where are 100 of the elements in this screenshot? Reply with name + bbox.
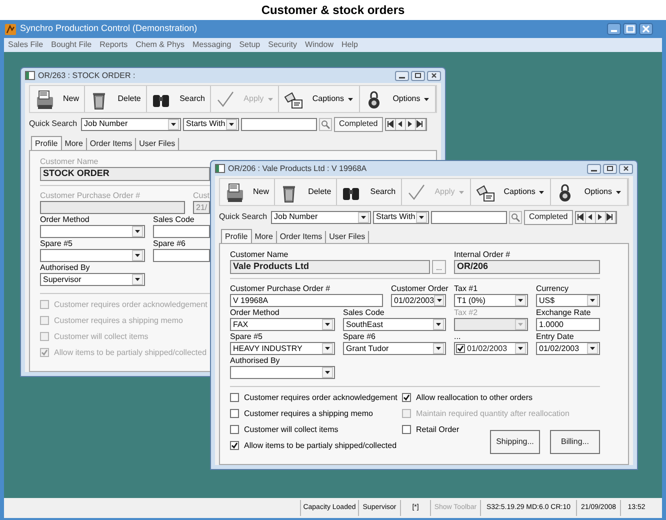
field-label: Order Method: [230, 308, 280, 318]
combo-box[interactable]: Job Number: [81, 118, 182, 130]
maximize-icon: [603, 164, 617, 174]
dropdown-button[interactable]: [226, 118, 238, 130]
menu-item[interactable]: Chem & Phys: [136, 39, 185, 51]
caret-icon: [435, 322, 442, 327]
combo-box[interactable]: Supervisor: [40, 273, 145, 286]
menu-item[interactable]: Setup: [239, 39, 260, 51]
field-label: Customer Purchase Order #: [40, 191, 142, 201]
dropdown-button[interactable]: [132, 226, 143, 237]
date-field[interactable]: 01/02/2003: [454, 342, 528, 355]
combo-box[interactable]: Starts With: [373, 210, 430, 224]
window-title: OR/263 : STOCK ORDER :: [38, 70, 136, 82]
combo-box[interactable]: [40, 249, 145, 262]
dropdown-button[interactable]: [434, 295, 444, 306]
dropdown-button[interactable]: [433, 319, 444, 330]
menu-item[interactable]: Window: [305, 39, 334, 51]
close-icon: [639, 23, 653, 35]
dropdown-button[interactable]: [416, 212, 428, 222]
checkbox[interactable]: [230, 393, 239, 402]
dropdown-button[interactable]: [515, 343, 526, 354]
combo-box[interactable]: T1 (0%): [454, 294, 528, 307]
checkbox[interactable]: [230, 409, 239, 418]
search-field[interactable]: [431, 210, 508, 224]
nav-button[interactable]: [586, 212, 596, 222]
field-label: Cust: [193, 191, 210, 201]
toolbar-button[interactable]: Search: [146, 86, 211, 112]
dropdown-button[interactable]: [433, 343, 444, 354]
caret-icon: [423, 96, 430, 102]
readonly-field[interactable]: OR/206: [454, 260, 600, 274]
combo-box[interactable]: [454, 318, 528, 331]
combo-box[interactable]: FAX: [230, 318, 335, 331]
nav-button[interactable]: [386, 118, 396, 130]
combo-box[interactable]: HEAVY INDUSTRY: [230, 342, 335, 355]
dropdown-button[interactable]: [168, 118, 180, 130]
text-field[interactable]: [153, 249, 210, 262]
toggle-button[interactable]: Completed: [524, 210, 573, 224]
nav-button[interactable]: [416, 118, 426, 130]
toolbar-button[interactable]: Options: [551, 179, 628, 205]
menu-item[interactable]: Security: [268, 39, 298, 51]
dropdown-button[interactable]: [132, 250, 143, 261]
toggle-button[interactable]: Completed: [334, 116, 383, 132]
combo-box[interactable]: Starts With: [183, 118, 240, 130]
dropdown-button[interactable]: [587, 295, 598, 306]
checkbox[interactable]: [230, 441, 239, 450]
menu-item[interactable]: Help: [341, 39, 358, 51]
combo-box[interactable]: Grant Tudor: [343, 342, 446, 355]
toolbar-button[interactable]: Delete: [84, 86, 147, 112]
text-field[interactable]: [153, 225, 210, 238]
toolbar-button[interactable]: Options: [360, 86, 436, 112]
toolbar-button[interactable]: New: [220, 179, 276, 205]
combo-box[interactable]: Job Number: [271, 210, 372, 224]
menu-item[interactable]: Messaging: [192, 39, 232, 51]
combo-box[interactable]: US$: [536, 294, 600, 307]
nav-button[interactable]: [396, 118, 406, 130]
dropdown-button[interactable]: [515, 295, 526, 306]
checkbox-label: Customer requires order acknowledgement: [244, 392, 398, 404]
toolbar-button[interactable]: New: [30, 86, 85, 112]
text-field[interactable]: [40, 201, 185, 214]
nav-button[interactable]: [606, 212, 616, 222]
combo-box[interactable]: [230, 366, 335, 379]
tab[interactable]: Profile: [31, 136, 62, 150]
toolbar-button[interactable]: Search: [337, 179, 402, 205]
dialog-button[interactable]: Billing...: [550, 430, 600, 454]
field-label: Customer Name: [40, 157, 100, 167]
checkbox[interactable]: [230, 425, 239, 434]
toolbar-button[interactable]: Captions: [470, 179, 552, 205]
dropdown-button[interactable]: [322, 367, 333, 378]
nav-button[interactable]: [596, 212, 606, 222]
dropdown-button[interactable]: [322, 343, 333, 354]
checkbox[interactable]: [402, 393, 411, 402]
combo-box[interactable]: [40, 225, 145, 238]
dropdown-button[interactable]: [587, 343, 598, 354]
text-field[interactable]: 1.0000: [536, 318, 600, 331]
tab[interactable]: Profile: [221, 229, 252, 243]
menu-item[interactable]: Sales File: [8, 39, 44, 51]
dropdown-button[interactable]: [132, 274, 143, 285]
checkbox[interactable]: [456, 344, 465, 353]
search-button[interactable]: [319, 118, 332, 130]
menu-item[interactable]: Bought File: [51, 39, 92, 51]
dropdown-button[interactable]: [322, 319, 333, 330]
dropdown-button[interactable]: [358, 212, 370, 222]
text-field[interactable]: V 19968A: [230, 294, 383, 307]
menu-item[interactable]: Reports: [100, 39, 128, 51]
checkbox-label: Customer requires a shipping memo: [244, 408, 373, 420]
nav-button[interactable]: [576, 212, 586, 222]
fax-icon: [224, 182, 245, 202]
toolbar-button[interactable]: Captions: [279, 86, 360, 112]
combo-box[interactable]: SouthEast: [343, 318, 446, 331]
dialog-button[interactable]: Shipping...: [490, 430, 540, 454]
readonly-field[interactable]: Vale Products Ltd: [230, 260, 430, 274]
minimize-icon: [587, 164, 601, 174]
combo-box[interactable]: 01/02/2003: [536, 342, 600, 355]
search-button[interactable]: [509, 210, 522, 224]
toolbar-button[interactable]: Delete: [275, 179, 338, 205]
first-icon: [576, 213, 584, 221]
search-field[interactable]: [241, 118, 318, 130]
combo-box[interactable]: 01/02/2003: [391, 294, 446, 307]
checkbox[interactable]: [402, 425, 411, 434]
nav-button[interactable]: [406, 118, 416, 130]
